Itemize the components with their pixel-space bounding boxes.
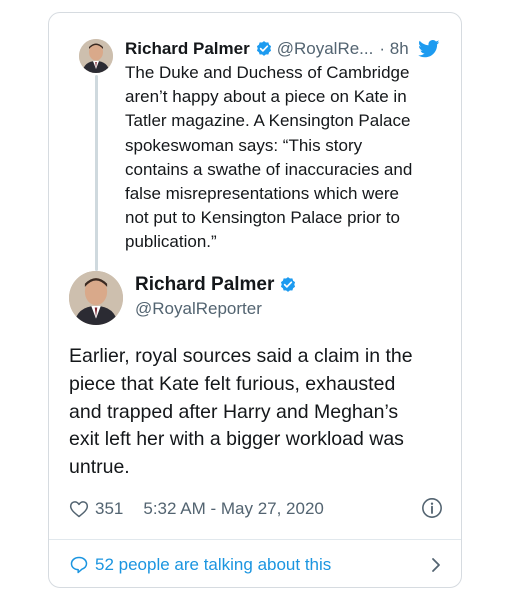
twitter-bird-icon[interactable] xyxy=(417,40,440,58)
parent-avatar[interactable] xyxy=(79,39,113,73)
main-tweet-text: Earlier, royal sources said a claim in t… xyxy=(69,345,413,479)
thread-connector-line xyxy=(95,75,98,271)
parent-tweet-text: The Duke and Duchess of Cambridge aren’t… xyxy=(125,63,413,252)
talking-about-text[interactable]: 52 people are talking about this xyxy=(95,555,331,575)
main-author-name[interactable]: Richard Palmer xyxy=(135,274,274,296)
info-icon[interactable] xyxy=(421,497,443,519)
card-divider xyxy=(49,539,461,540)
main-author-row: Richard Palmer xyxy=(135,274,301,296)
tweet-timestamp[interactable]: 5:32 AM - May 27, 2020 xyxy=(143,499,324,519)
talking-about-link[interactable]: 52 people are talking about this xyxy=(69,553,443,577)
main-avatar[interactable] xyxy=(69,271,123,325)
verified-badge-icon xyxy=(279,276,297,294)
heart-icon[interactable] xyxy=(69,499,89,519)
parent-tweet-header: Richard Palmer @RoyalRe... · 8h xyxy=(125,38,455,60)
parent-tweet-time[interactable]: · 8h xyxy=(379,39,408,59)
like-count[interactable]: 351 xyxy=(95,499,123,519)
verified-badge-icon xyxy=(255,40,273,58)
parent-author-handle[interactable]: @RoyalRe... xyxy=(277,39,374,59)
main-author-handle[interactable]: @RoyalReporter xyxy=(135,299,262,319)
tweet-meta-row: 351 5:32 AM - May 27, 2020 xyxy=(69,497,443,521)
chevron-right-icon[interactable] xyxy=(429,555,443,575)
parent-author-name[interactable]: Richard Palmer xyxy=(125,39,250,59)
embedded-tweet-card: Richard Palmer @RoyalRe... · 8h The Duke… xyxy=(48,12,462,588)
speech-bubble-icon xyxy=(69,555,89,575)
